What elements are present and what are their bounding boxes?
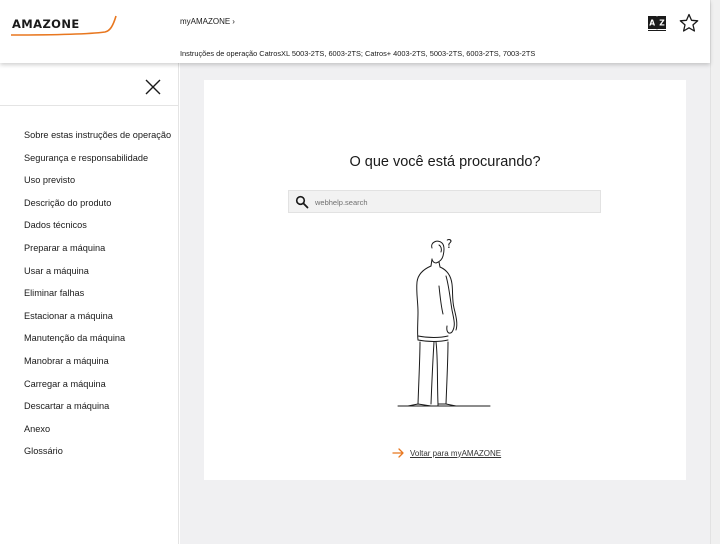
sidebar-divider bbox=[0, 105, 179, 106]
breadcrumb[interactable]: myAMAZONE › bbox=[180, 17, 235, 26]
sidebar-item-glossario[interactable]: Glossário bbox=[24, 445, 171, 468]
sidebar-item-descartar[interactable]: Descartar a máquina bbox=[24, 400, 171, 423]
main-content: O que você está procurando? webhelp.sear… bbox=[180, 63, 710, 544]
question-mark: ? bbox=[446, 237, 452, 251]
favorite-button[interactable] bbox=[678, 12, 700, 34]
breadcrumb-separator: › bbox=[232, 17, 235, 26]
sidebar-item-seguranca[interactable]: Segurança e responsabilidade bbox=[24, 152, 171, 175]
star-icon bbox=[679, 13, 699, 32]
sidebar-item-usar[interactable]: Usar a máquina bbox=[24, 265, 171, 288]
search-icon[interactable] bbox=[295, 195, 309, 209]
sidebar: Sobre estas instruções de operação Segur… bbox=[0, 63, 179, 544]
page-scrollbar[interactable] bbox=[710, 0, 720, 544]
svg-text:A: A bbox=[649, 19, 655, 28]
close-icon bbox=[145, 79, 161, 95]
sidebar-item-manutencao[interactable]: Manutenção da máquina bbox=[24, 332, 171, 355]
search-box[interactable] bbox=[288, 190, 601, 213]
sidebar-item-manobrar[interactable]: Manobrar a máquina bbox=[24, 355, 171, 378]
logo-swoosh-icon bbox=[10, 15, 117, 36]
sidebar-item-dados-tecnicos[interactable]: Dados técnicos bbox=[24, 219, 171, 242]
amazone-logo[interactable]: AMAZONE bbox=[10, 12, 118, 38]
close-sidebar-button[interactable] bbox=[143, 77, 163, 97]
sidebar-item-estacionar[interactable]: Estacionar a máquina bbox=[24, 310, 171, 333]
sidebar-item-eliminar-falhas[interactable]: Eliminar falhas bbox=[24, 287, 171, 310]
svg-text:Z: Z bbox=[659, 19, 665, 28]
back-to-myamazone-link[interactable]: Voltar para myAMAZONE bbox=[392, 448, 501, 458]
document-title: Instruções de operação CatrosXL 5003-2TS… bbox=[180, 49, 536, 58]
sidebar-item-anexo[interactable]: Anexo bbox=[24, 423, 171, 446]
sidebar-item-sobre[interactable]: Sobre estas instruções de operação bbox=[24, 129, 171, 152]
search-input[interactable] bbox=[315, 194, 595, 210]
back-link-label[interactable]: Voltar para myAMAZONE bbox=[410, 449, 501, 458]
sidebar-item-descricao[interactable]: Descrição do produto bbox=[24, 197, 171, 220]
sidebar-item-carregar[interactable]: Carregar a máquina bbox=[24, 378, 171, 401]
search-card: O que você está procurando? webhelp.sear… bbox=[204, 80, 686, 480]
sidebar-item-preparar[interactable]: Preparar a máquina bbox=[24, 242, 171, 265]
top-header: AMAZONE myAMAZONE › Instruções de operaçã… bbox=[0, 0, 710, 63]
thinking-person-illustration: ? bbox=[397, 237, 491, 407]
sidebar-item-uso-previsto[interactable]: Uso previsto bbox=[24, 174, 171, 197]
breadcrumb-link[interactable]: myAMAZONE bbox=[180, 17, 230, 26]
page-title: O que você está procurando? bbox=[349, 154, 541, 170]
arrow-right-icon bbox=[392, 448, 404, 458]
sidebar-nav: Sobre estas instruções de operação Segur… bbox=[24, 129, 171, 468]
dictionary-button[interactable]: A Z bbox=[646, 12, 668, 34]
book-az-icon: A Z bbox=[648, 16, 666, 31]
